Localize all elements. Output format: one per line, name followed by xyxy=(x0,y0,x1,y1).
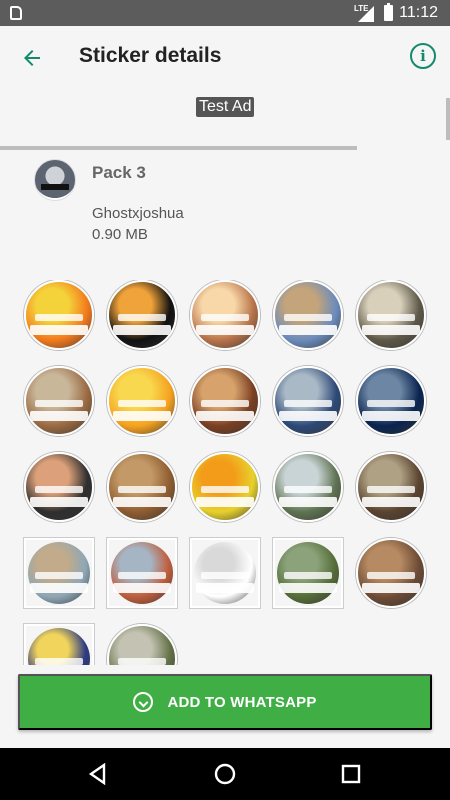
sticker-caption xyxy=(118,486,166,493)
sticker-caption xyxy=(30,583,88,593)
sticker-caption xyxy=(201,486,249,493)
arrow-left-icon xyxy=(24,50,40,66)
sticker-thumbnail[interactable] xyxy=(190,280,260,350)
sticker-caption xyxy=(362,497,420,507)
sticker-thumbnail[interactable] xyxy=(190,366,260,436)
sticker-caption xyxy=(362,411,420,421)
sticker-caption xyxy=(35,572,83,579)
battery-icon xyxy=(384,3,393,21)
ad-banner[interactable]: Test Ad xyxy=(0,90,450,150)
sticker-caption xyxy=(201,572,249,579)
sticker-thumbnail[interactable] xyxy=(107,452,177,522)
sticker-thumbnail[interactable] xyxy=(24,280,94,350)
sticker-caption xyxy=(30,325,88,335)
sticker-caption xyxy=(35,314,83,321)
sticker-caption xyxy=(367,314,415,321)
nav-home-icon[interactable] xyxy=(211,760,239,788)
pack-name: Pack 3 xyxy=(92,163,146,182)
sticker-caption xyxy=(284,486,332,493)
sticker-caption xyxy=(118,658,166,665)
sticker-thumbnail[interactable] xyxy=(273,366,343,436)
sticker-caption xyxy=(30,411,88,421)
app-toolbar: Sticker details i xyxy=(0,26,450,90)
test-ad-label: Test Ad xyxy=(196,97,255,117)
ad-divider xyxy=(0,146,357,150)
sticker-caption xyxy=(201,314,249,321)
sticker-caption xyxy=(196,497,254,507)
sticker-thumbnail[interactable] xyxy=(190,538,260,608)
sticker-caption xyxy=(113,497,171,507)
sticker-thumbnail[interactable] xyxy=(356,366,426,436)
pack-tray-image xyxy=(34,159,76,201)
whatsapp-icon xyxy=(133,692,154,712)
pack-size: 0.90 MB xyxy=(92,226,148,243)
system-navigation-bar xyxy=(0,748,450,800)
sticker-caption xyxy=(201,400,249,407)
sticker-caption xyxy=(279,325,337,335)
sticker-thumbnail[interactable] xyxy=(107,366,177,436)
signal-icon xyxy=(358,6,374,22)
sticker-caption xyxy=(196,411,254,421)
sticker-caption xyxy=(367,400,415,407)
sticker-thumbnail[interactable] xyxy=(24,624,94,665)
status-bar: LTE 11:12 xyxy=(0,0,450,26)
sticker-thumbnail[interactable] xyxy=(356,538,426,608)
page-title: Sticker details xyxy=(79,44,222,67)
clock: 11:12 xyxy=(399,4,438,21)
sticker-caption xyxy=(362,583,420,593)
sticker-thumbnail[interactable] xyxy=(273,280,343,350)
sticker-caption xyxy=(284,572,332,579)
sticker-caption xyxy=(279,583,337,593)
nav-recents-icon[interactable] xyxy=(337,760,365,788)
sticker-thumbnail[interactable] xyxy=(107,280,177,350)
sticker-caption xyxy=(284,314,332,321)
sticker-thumbnail[interactable] xyxy=(356,452,426,522)
sticker-caption xyxy=(196,325,254,335)
back-button[interactable] xyxy=(14,40,50,76)
sticker-caption xyxy=(113,583,171,593)
nav-back-icon[interactable] xyxy=(84,760,112,788)
scrollbar-thumb[interactable] xyxy=(446,98,450,140)
sticker-caption xyxy=(284,400,332,407)
sticker-grid xyxy=(20,280,430,665)
add-to-whatsapp-label: ADD TO WHATSAPP xyxy=(167,693,317,711)
sticker-caption xyxy=(35,658,83,665)
sticker-caption xyxy=(367,572,415,579)
sticker-thumbnail[interactable] xyxy=(24,366,94,436)
sticker-caption xyxy=(279,411,337,421)
sticker-thumbnail[interactable] xyxy=(356,280,426,350)
info-icon: i xyxy=(420,47,426,65)
sticker-caption xyxy=(35,400,83,407)
pack-header: Pack 3 Ghostxjoshua 0.90 MB xyxy=(0,155,450,250)
sticker-thumbnail[interactable] xyxy=(24,538,94,608)
info-button[interactable]: i xyxy=(410,43,436,69)
sticker-thumbnail[interactable] xyxy=(273,538,343,608)
sticker-thumbnail[interactable] xyxy=(273,452,343,522)
sticker-thumbnail[interactable] xyxy=(107,624,177,665)
sticker-caption xyxy=(35,486,83,493)
sticker-thumbnail[interactable] xyxy=(190,452,260,522)
pack-publisher: Ghostxjoshua xyxy=(92,205,184,222)
sticker-thumbnail[interactable] xyxy=(107,538,177,608)
sticker-caption xyxy=(113,325,171,335)
sticker-caption xyxy=(279,497,337,507)
add-to-whatsapp-button[interactable]: ADD TO WHATSAPP xyxy=(18,674,432,730)
sticker-caption xyxy=(367,486,415,493)
sticker-caption xyxy=(118,572,166,579)
sticker-caption xyxy=(196,583,254,593)
sticker-caption xyxy=(118,400,166,407)
sticker-caption xyxy=(30,497,88,507)
sd-card-icon xyxy=(10,6,22,20)
sticker-caption xyxy=(113,411,171,421)
sticker-thumbnail[interactable] xyxy=(24,452,94,522)
sticker-caption xyxy=(362,325,420,335)
sticker-caption xyxy=(118,314,166,321)
